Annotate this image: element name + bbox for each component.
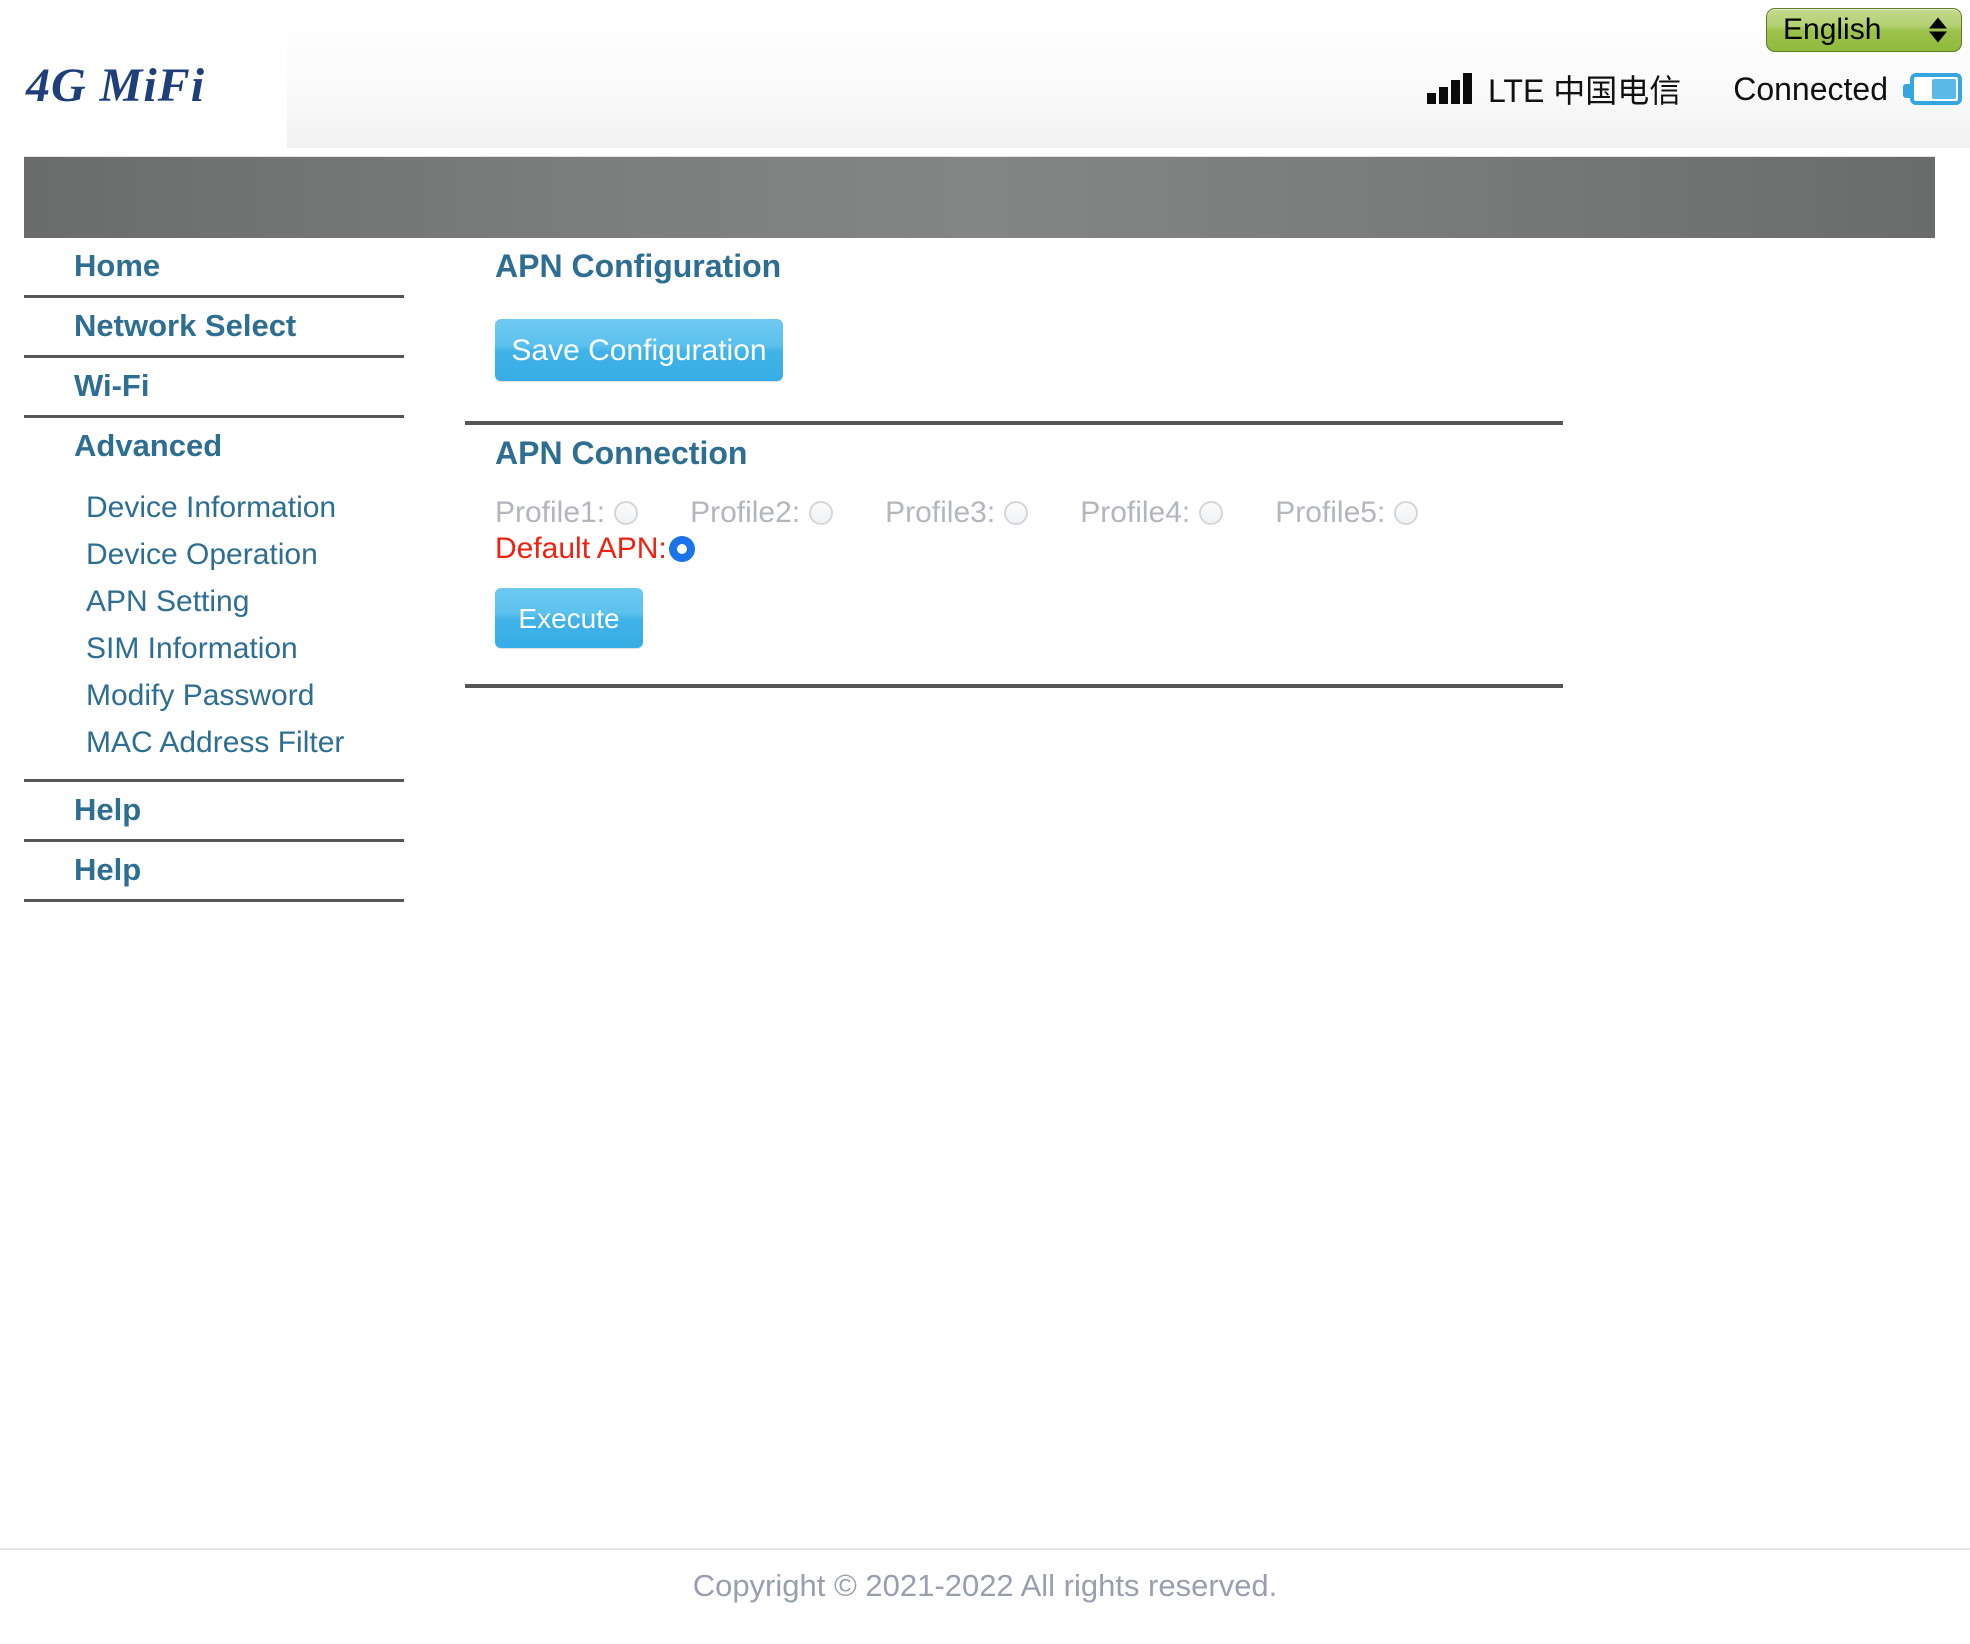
status-bar: LTE 中国电信 Connected	[1427, 66, 1962, 112]
section-divider-1	[465, 421, 1563, 425]
triangle-down-icon	[1929, 31, 1947, 43]
sidebar-item-advanced[interactable]: Advanced	[24, 418, 404, 475]
profile-radio-row: Profile1: Profile2: Profile3: Profile4: …	[495, 496, 1565, 530]
sidebar-item-sim-information[interactable]: SIM Information	[0, 626, 420, 673]
language-select-label: English	[1783, 13, 1882, 46]
page-root: 4G MiFi English LTE 中国电信 Connected Home …	[0, 0, 1970, 1644]
header-banner-strip	[24, 156, 1935, 238]
language-select[interactable]: English	[1766, 8, 1962, 52]
profile-4-radio[interactable]	[1199, 501, 1224, 525]
profile-4-label: Profile4:	[1080, 496, 1191, 529]
sidebar-subnav-advanced: Device Information Device Operation APN …	[0, 485, 420, 767]
sidebar-item-home[interactable]: Home	[24, 238, 404, 298]
network-operator-label: LTE 中国电信	[1488, 73, 1682, 109]
sidebar-item-apn-setting[interactable]: APN Setting	[0, 579, 420, 626]
profile-1-group[interactable]: Profile1:	[495, 496, 639, 530]
section-divider-2	[465, 684, 1563, 688]
page-footer: Copyright © 2021-2022 All rights reserve…	[0, 1548, 1970, 1644]
profile-3-group[interactable]: Profile3:	[885, 496, 1029, 530]
apn-connection-title: APN Connection	[495, 435, 748, 471]
triangle-up-icon	[1929, 17, 1947, 29]
profile-3-label: Profile3:	[885, 496, 996, 529]
default-apn-label: Default APN:	[495, 532, 667, 565]
sidebar-item-mac-address-filter[interactable]: MAC Address Filter	[0, 720, 420, 767]
profile-1-label: Profile1:	[495, 496, 606, 529]
profile-5-radio[interactable]	[1394, 501, 1419, 525]
page-header: 4G MiFi English LTE 中国电信 Connected	[0, 0, 1970, 148]
battery-half-icon	[1903, 73, 1962, 105]
main-content: APN Configuration Save Configuration APN…	[465, 238, 1565, 688]
brand-logo: 4G MiFi	[26, 59, 206, 112]
sidebar-nav: Home Network Select Wi-Fi Advanced Devic…	[0, 238, 420, 902]
signal-bars-icon	[1427, 73, 1472, 104]
sidebar-item-device-information[interactable]: Device Information	[0, 485, 420, 532]
profile-5-group[interactable]: Profile5:	[1275, 496, 1419, 530]
sidebar-item-help-2[interactable]: Help	[24, 842, 404, 902]
profile-5-label: Profile5:	[1275, 496, 1386, 529]
default-apn-group[interactable]: Default APN:	[495, 532, 1565, 566]
sidebar-item-modify-password[interactable]: Modify Password	[0, 673, 420, 720]
profile-4-group[interactable]: Profile4:	[1080, 496, 1224, 530]
sidebar-item-device-operation[interactable]: Device Operation	[0, 532, 420, 579]
language-stepper-arrows[interactable]	[1929, 17, 1947, 43]
execute-button[interactable]: Execute	[495, 588, 643, 648]
battery-fill	[1932, 79, 1956, 99]
apn-configuration-title: APN Configuration	[495, 248, 782, 284]
sidebar-item-wifi[interactable]: Wi-Fi	[24, 358, 404, 418]
profile-2-radio[interactable]	[809, 501, 834, 525]
sidebar-item-help-1[interactable]: Help	[24, 782, 404, 842]
sidebar-item-network-select[interactable]: Network Select	[24, 298, 404, 358]
connection-status-label: Connected	[1733, 70, 1888, 107]
header-right-region: English LTE 中国电信 Connected	[1250, 0, 1970, 148]
profile-3-radio[interactable]	[1004, 501, 1029, 525]
profile-1-radio[interactable]	[614, 501, 639, 525]
save-configuration-button[interactable]: Save Configuration	[495, 319, 783, 381]
copyright-text: Copyright © 2021-2022 All rights reserve…	[692, 1568, 1278, 1603]
profile-2-label: Profile2:	[690, 496, 801, 529]
profile-2-group[interactable]: Profile2:	[690, 496, 834, 530]
default-apn-radio[interactable]	[668, 536, 695, 562]
